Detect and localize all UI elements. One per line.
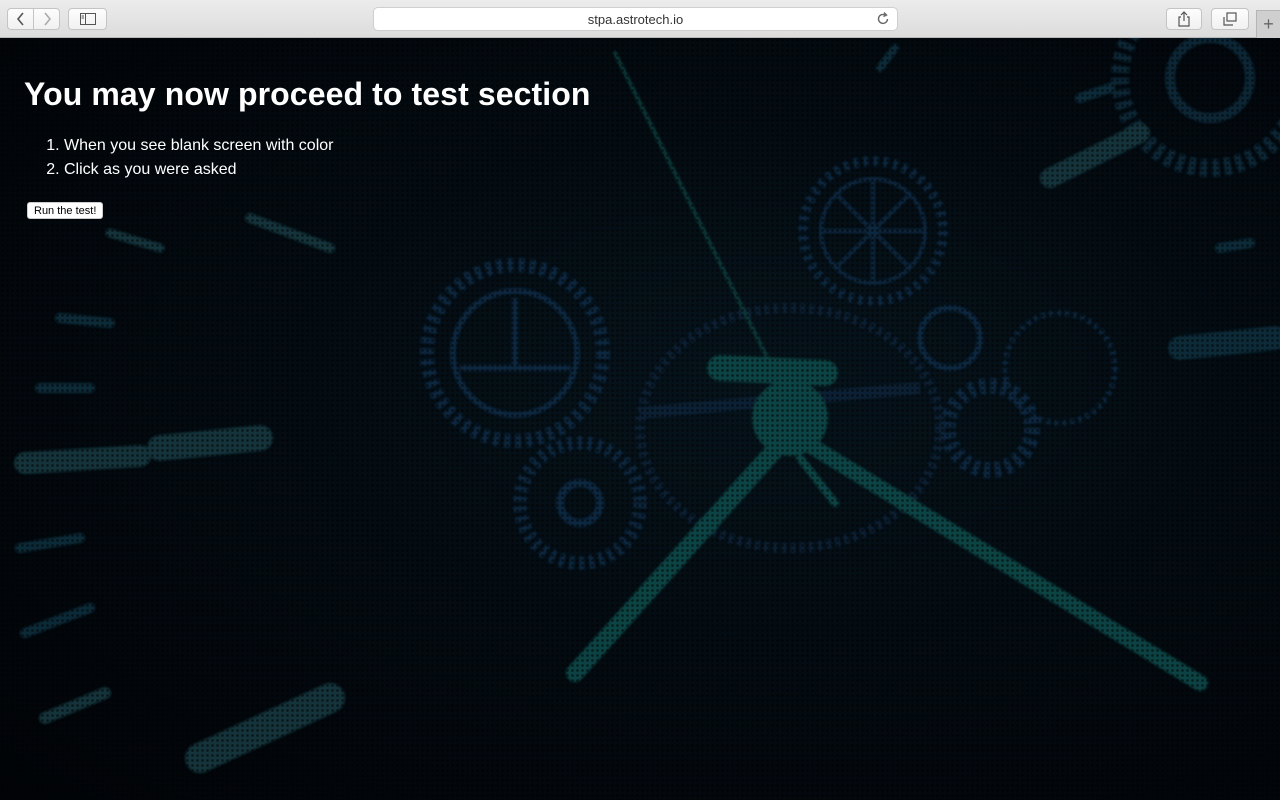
gear-left-shape bbox=[420, 258, 610, 448]
back-button[interactable] bbox=[7, 8, 34, 30]
gear-bottom-shape bbox=[513, 436, 647, 570]
gear-top-right-shape bbox=[798, 156, 948, 306]
gear-corner-shape bbox=[1111, 38, 1280, 177]
plus-icon: + bbox=[1263, 14, 1274, 34]
instruction-step-2: Click as you were asked bbox=[64, 158, 591, 182]
share-icon bbox=[1178, 11, 1190, 27]
address-bar[interactable]: stpa.astrotech.io bbox=[373, 7, 898, 31]
sidebar-button[interactable] bbox=[68, 8, 107, 30]
gear-right-shape bbox=[917, 305, 1118, 478]
new-tab-button[interactable]: + bbox=[1256, 10, 1280, 38]
url-text: stpa.astrotech.io bbox=[587, 11, 684, 27]
main-content: You may now proceed to test section When… bbox=[24, 76, 591, 219]
page-viewport: You may now proceed to test section When… bbox=[0, 38, 1280, 800]
chevron-left-icon bbox=[16, 12, 24, 26]
navigation-buttons bbox=[7, 8, 60, 30]
page-title: You may now proceed to test section bbox=[24, 76, 591, 112]
run-test-button[interactable]: Run the test! bbox=[27, 202, 104, 219]
browser-toolbar: stpa.astrotech.io + bbox=[0, 0, 1280, 38]
sidebar-icon bbox=[79, 13, 96, 25]
forward-button[interactable] bbox=[34, 8, 60, 30]
chevron-right-icon bbox=[43, 12, 51, 26]
instruction-step-1: When you see blank screen with color bbox=[64, 134, 591, 158]
tabs-overview-icon bbox=[1223, 12, 1237, 26]
reload-icon[interactable] bbox=[875, 11, 891, 27]
tabs-overview-button[interactable] bbox=[1211, 8, 1249, 30]
share-button[interactable] bbox=[1166, 8, 1202, 30]
instruction-list: When you see blank screen with color Cli… bbox=[24, 134, 591, 182]
